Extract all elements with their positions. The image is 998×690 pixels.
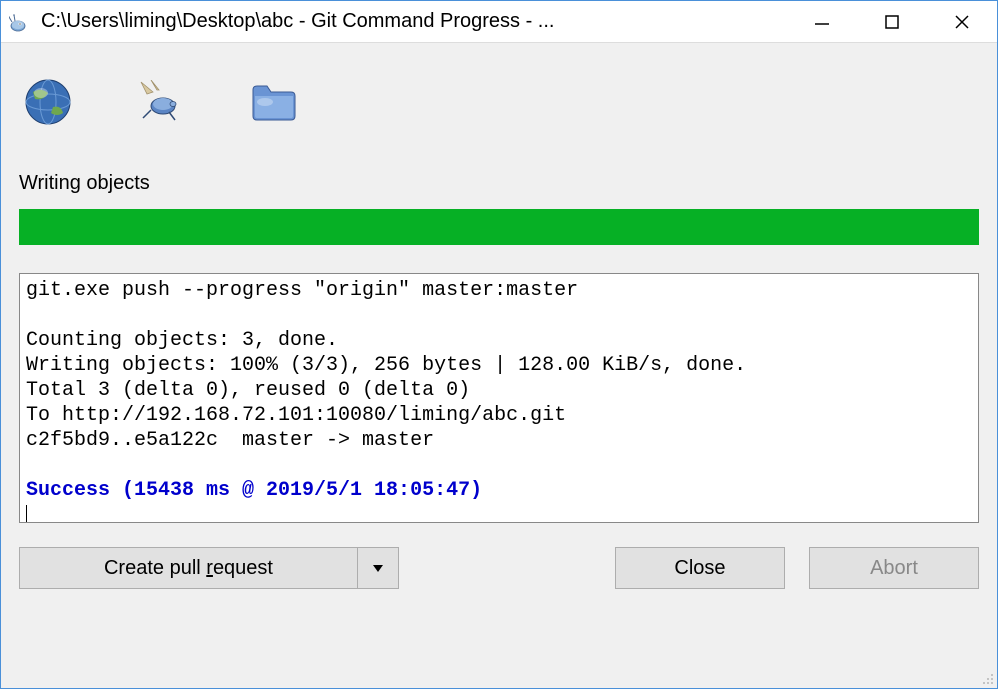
progress-fill [19,209,979,245]
globe-icon [23,77,73,132]
close-window-button[interactable] [927,1,997,42]
button-row: Create pull request Close Abort [19,547,979,589]
success-line: Success (15438 ms @ 2019/5/1 18:05:47) [26,479,482,502]
resize-grip-icon[interactable] [980,671,994,685]
maximize-button[interactable] [857,1,927,42]
create-pull-request-splitbutton: Create pull request [19,547,399,589]
window-controls [787,1,997,42]
create-pull-request-dropdown[interactable] [357,547,399,589]
output-textbox[interactable]: git.exe push --progress "origin" master:… [19,273,979,523]
close-button[interactable]: Close [615,547,785,589]
progress-bar [19,209,979,245]
create-pull-request-button[interactable]: Create pull request [19,547,357,589]
flying-turtle-icon [133,80,189,129]
abort-button: Abort [809,547,979,589]
app-icon [9,10,33,34]
text-cursor [26,505,27,523]
animation-row [19,57,979,172]
minimize-button[interactable] [787,1,857,42]
window-title: C:\Users\liming\Desktop\abc - Git Comman… [41,10,787,33]
dialog-window: C:\Users\liming\Desktop\abc - Git Comman… [0,0,998,689]
status-label: Writing objects [19,172,979,195]
titlebar: C:\Users\liming\Desktop\abc - Git Comman… [1,1,997,43]
dialog-content: Writing objects git.exe push --progress … [1,43,997,688]
folder-icon [249,80,299,129]
